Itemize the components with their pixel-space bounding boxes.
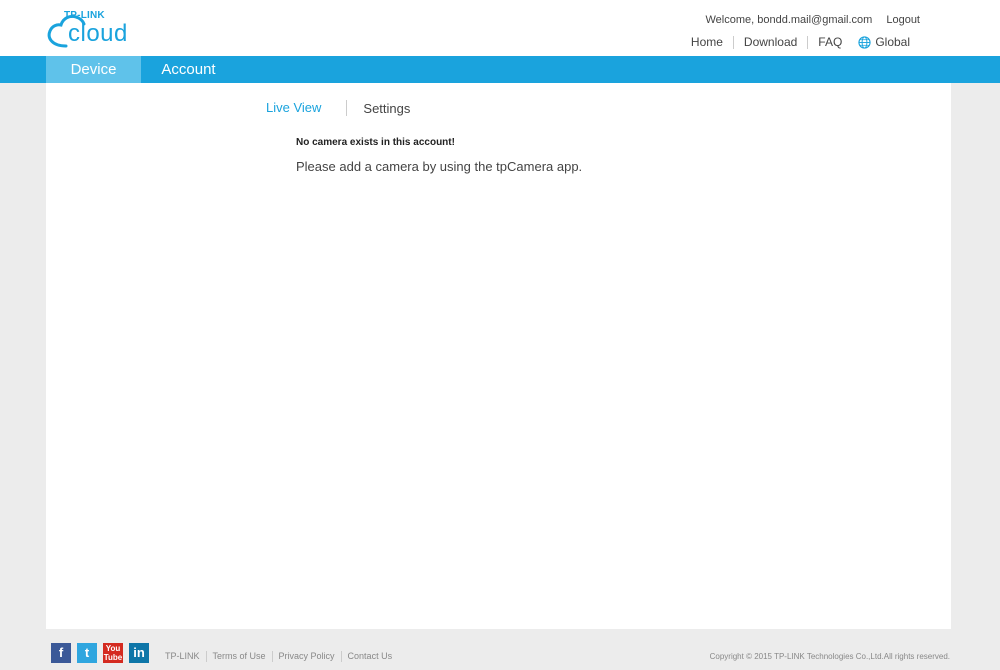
logo-cloud-text: cloud [68,20,128,47]
top-nav: Home Download FAQ Global [681,35,910,49]
footer-link-tp-link[interactable]: TP-LINK [165,651,207,662]
youtube-icon[interactable]: You Tube [103,643,123,663]
subtab-live-view[interactable]: Live View [266,100,348,116]
region-selector[interactable]: Global [852,35,910,49]
main-nav-bar: Device Account [0,56,1000,83]
nav-download-link[interactable]: Download [734,35,809,49]
user-bar: Welcome, bondd.mail@gmail.com Logout [705,14,920,26]
footer-link-terms[interactable]: Terms of Use [207,651,273,662]
facebook-icon[interactable]: f [51,643,71,663]
subtab-settings[interactable]: Settings [347,101,410,116]
logout-link[interactable]: Logout [886,14,920,26]
nav-home-link[interactable]: Home [681,35,734,49]
footer: f t You Tube in TP-LINK Terms of Use Pri… [0,629,1000,670]
region-label: Global [875,35,910,49]
no-camera-title: No camera exists in this account! [296,137,455,148]
device-subtabs: Live View Settings [266,100,410,116]
social-links: f t You Tube in [51,643,149,663]
copyright-text: Copyright © 2015 TP-LINK Technologies Co… [709,652,950,661]
header: TP-LINK cloud Welcome, bondd.mail@gmail.… [0,0,1000,56]
globe-icon [858,35,871,49]
footer-link-privacy[interactable]: Privacy Policy [273,651,342,662]
welcome-text: Welcome, bondd.mail@gmail.com [705,14,873,26]
content-panel: Live View Settings No camera exists in t… [46,83,951,629]
tab-device[interactable]: Device [46,56,141,83]
footer-link-contact[interactable]: Contact Us [342,651,399,662]
linkedin-icon[interactable]: in [129,643,149,663]
add-camera-message: Please add a camera by using the tpCamer… [296,159,583,174]
nav-faq-link[interactable]: FAQ [808,35,852,49]
footer-links: TP-LINK Terms of Use Privacy Policy Cont… [165,651,398,662]
tp-link-cloud-logo[interactable]: TP-LINK cloud [46,10,136,48]
tab-account[interactable]: Account [141,56,236,83]
twitter-icon[interactable]: t [77,643,97,663]
